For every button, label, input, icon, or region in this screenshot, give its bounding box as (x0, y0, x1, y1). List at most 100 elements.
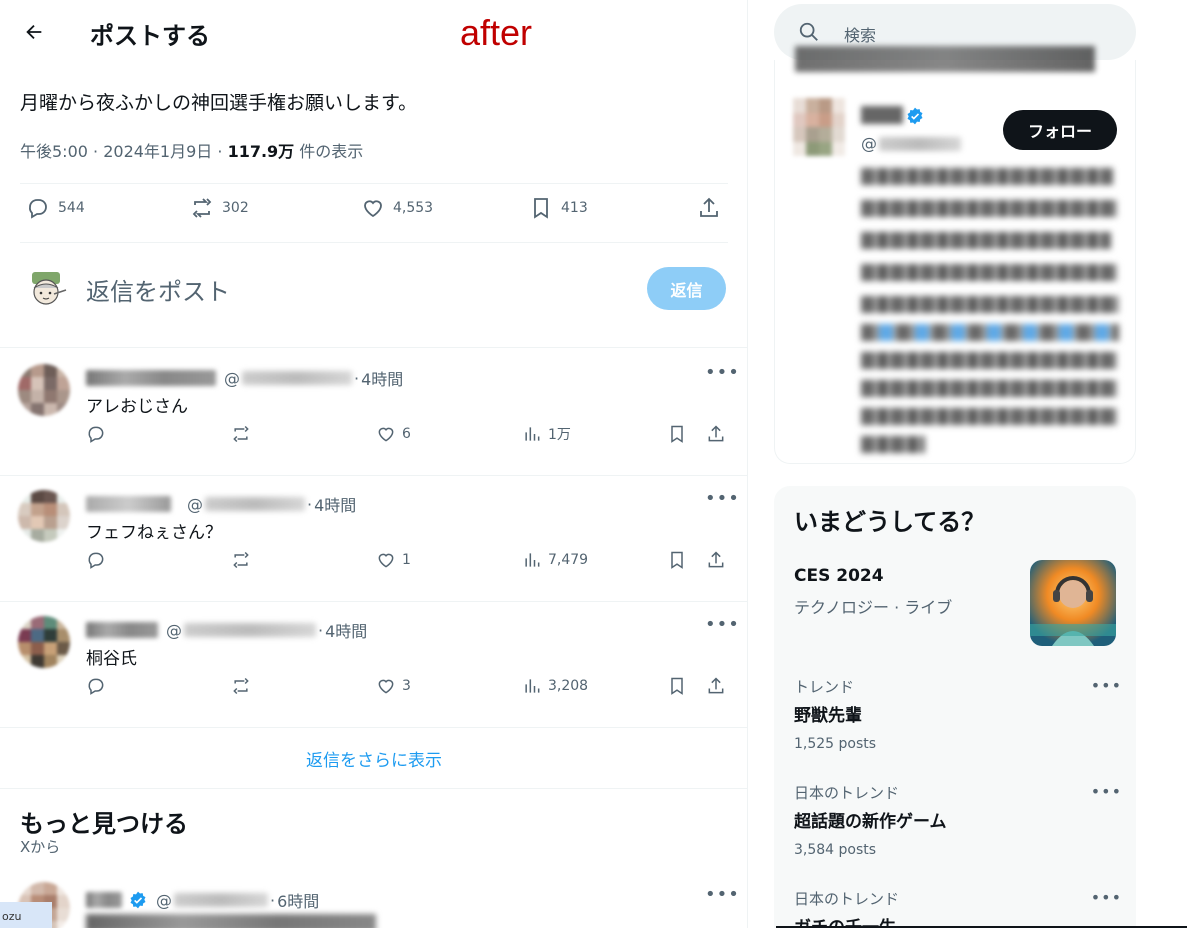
trend-name: 超話題の新作ゲーム (794, 812, 947, 832)
reply-actions: 6 1万 (86, 422, 736, 452)
page-title: ポストする (90, 22, 210, 50)
bio-line (861, 324, 1119, 341)
share-action[interactable] (706, 424, 726, 444)
reply-time[interactable]: 4時間 (314, 492, 356, 516)
handle[interactable] (184, 623, 316, 637)
reply-icon (88, 426, 104, 443)
discover-post[interactable]: @ · 6時間 ••• (0, 872, 747, 928)
like-count: 4,553 (393, 200, 434, 216)
bio-line (861, 436, 925, 453)
reply-time[interactable]: 4時間 (325, 618, 367, 642)
trend-name: 野獣先輩 (794, 706, 862, 726)
avatar[interactable] (18, 490, 70, 542)
reply-action[interactable] (86, 550, 106, 570)
reply-time[interactable]: 4時間 (361, 366, 403, 390)
post-time[interactable]: 6時間 (277, 888, 319, 912)
reply-item[interactable]: @ · 4時間 ••• フェフねぇさん？ 1 7,479 (0, 476, 747, 602)
trend-item[interactable]: 日本のトレンド ガチの千一生 ••• (794, 888, 1124, 928)
heart-icon (364, 200, 382, 218)
reply-header: @ · 4時間 (86, 366, 403, 390)
bio-line (861, 380, 1117, 397)
like-action[interactable]: 3 (376, 676, 411, 696)
display-name[interactable] (86, 622, 158, 638)
bookmark-action[interactable] (667, 676, 687, 696)
handle-prefix: @ (166, 620, 182, 640)
trends-card: いまどうしてる？ CES 2024 テクノロジー · ライブ トレンド 野獣先輩… (774, 486, 1136, 928)
discover-subtitle: Xから (20, 838, 61, 856)
sidebar: 検索 @ フォロー いまどうしてる？ CES 2024 テクノロジー · ライブ (760, 0, 1187, 928)
handle[interactable] (242, 371, 352, 385)
show-more-replies-link[interactable]: 返信をさらに表示 (0, 746, 747, 771)
more-icon[interactable]: ••• (1091, 782, 1122, 801)
avatar[interactable] (18, 616, 70, 668)
handle-prefix: @ (187, 494, 203, 514)
more-icon[interactable]: ••• (1091, 676, 1122, 695)
bookmark-action[interactable] (667, 550, 687, 570)
reply-action[interactable] (86, 676, 106, 696)
more-icon[interactable]: ••• (705, 362, 740, 383)
display-name[interactable] (86, 496, 171, 512)
more-icon[interactable]: ••• (1091, 888, 1122, 907)
repost-icon (233, 551, 249, 569)
post-time[interactable]: 午後5:00 (20, 142, 88, 161)
reply-input[interactable]: 返信をポスト (86, 272, 230, 307)
more-icon[interactable]: ••• (705, 614, 740, 635)
handle[interactable] (174, 893, 268, 907)
post-views: 117.9万 (227, 142, 295, 161)
reply-item[interactable]: @ · 4時間 ••• 桐谷氏 3 3,208 (0, 602, 747, 728)
reply-item[interactable]: @ · 4時間 ••• アレおじさん 6 1万 (0, 350, 747, 476)
bookmark-action[interactable]: 413 (529, 196, 588, 220)
share-action[interactable] (706, 550, 726, 570)
reply-action[interactable] (86, 424, 106, 444)
featured-title[interactable]: CES 2024 (794, 566, 884, 586)
repost-action[interactable] (231, 676, 251, 696)
heart-icon (378, 553, 394, 568)
handle[interactable] (205, 497, 305, 511)
featured-image[interactable] (1030, 560, 1116, 646)
share-action[interactable] (706, 676, 726, 696)
share-action[interactable] (697, 196, 721, 220)
reply-header: @ · 4時間 (86, 492, 356, 516)
search-input[interactable]: 検索 (844, 22, 876, 46)
back-button[interactable] (18, 16, 50, 48)
views-action[interactable]: 7,479 (522, 550, 588, 570)
like-count: 1 (402, 552, 411, 568)
display-name[interactable] (861, 106, 903, 124)
related-heading (795, 46, 1095, 72)
handle[interactable]: @ (861, 134, 961, 153)
user-avatar[interactable] (24, 266, 70, 312)
more-icon[interactable]: ••• (705, 884, 740, 905)
display-name[interactable] (86, 370, 216, 386)
divider (0, 727, 747, 728)
reply-button[interactable]: 返信 (647, 267, 726, 310)
like-action[interactable]: 6 (376, 424, 411, 444)
reply-action[interactable]: 544 (26, 196, 85, 220)
bookmark-icon (671, 551, 683, 569)
more-icon[interactable]: ••• (705, 488, 740, 509)
views-action[interactable]: 1万 (522, 424, 571, 444)
repost-action[interactable]: 302 (190, 196, 249, 220)
like-action[interactable]: 1 (376, 550, 411, 570)
repost-icon (233, 677, 249, 695)
follow-button[interactable]: フォロー (1003, 110, 1117, 150)
post-meta: 午後5:00 · 2024年1月9日 · 117.9万 件の表示 (20, 142, 364, 161)
main-column: ポストする after 月曜から夜ふかしの神回選手権お願いします。 午後5:00… (0, 0, 748, 928)
trend-label: トレンド (794, 678, 855, 696)
avatar[interactable] (18, 364, 70, 416)
avatar[interactable] (793, 98, 845, 156)
trend-count: 3,584 posts (794, 842, 877, 858)
post-date[interactable]: 2024年1月9日 (103, 142, 212, 161)
trend-item[interactable]: トレンド 野獣先輩 1,525 posts ••• (794, 676, 1124, 752)
view-count: 7,479 (548, 552, 589, 568)
trend-item[interactable]: 日本のトレンド 超話題の新作ゲーム 3,584 posts ••• (794, 782, 1124, 858)
reply-icon (29, 199, 47, 219)
views-chart-icon (525, 553, 540, 567)
bio-line (861, 408, 1117, 425)
repost-action[interactable] (231, 424, 251, 444)
repost-action[interactable] (231, 550, 251, 570)
bio-line (861, 264, 1117, 281)
views-action[interactable]: 3,208 (522, 676, 588, 696)
display-name[interactable] (86, 892, 122, 908)
like-action[interactable]: 4,553 (361, 196, 433, 220)
bookmark-action[interactable] (667, 424, 687, 444)
